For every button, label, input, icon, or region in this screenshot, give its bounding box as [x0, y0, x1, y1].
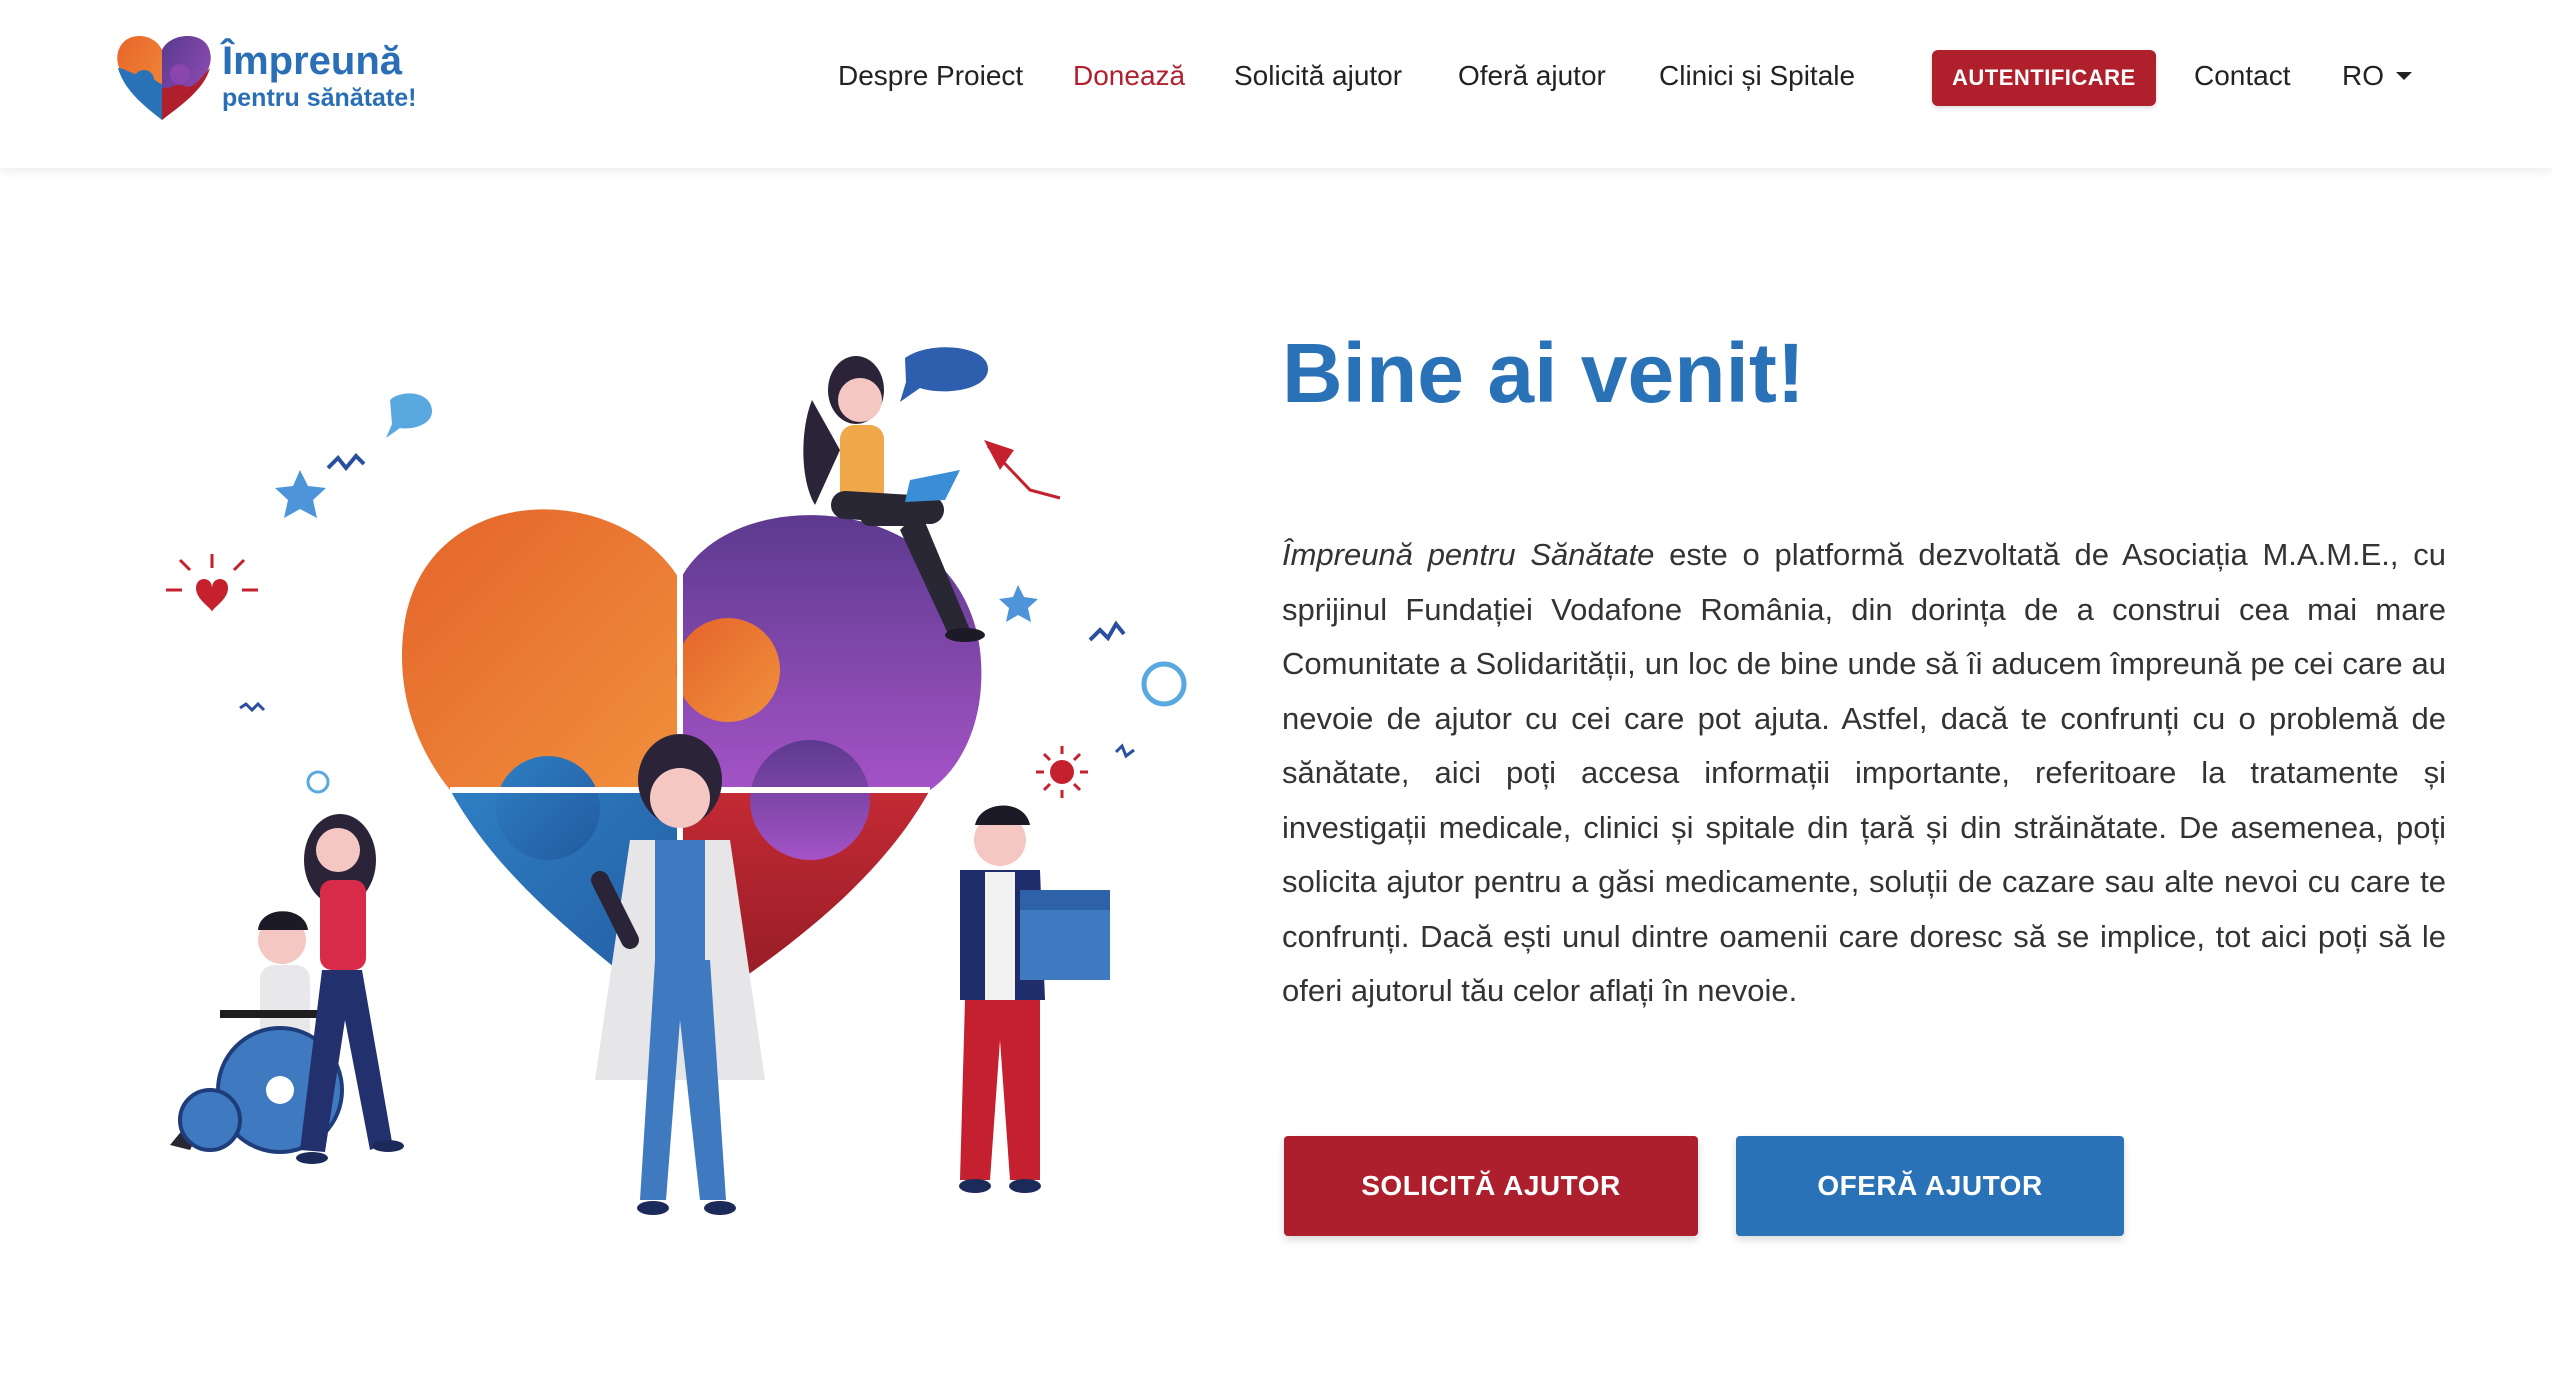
project-name-italic: Împreună pentru Sănătate: [1282, 537, 1655, 572]
nav-solicita-ajutor[interactable]: Solicită ajutor: [1234, 56, 1402, 96]
language-dropdown[interactable]: RO: [2342, 56, 2412, 96]
nav-doneaza[interactable]: Donează: [1073, 56, 1185, 96]
hero-title: Bine ai venit!: [1282, 326, 1805, 420]
chevron-down-icon: [2396, 72, 2412, 80]
top-navbar: Împreună pentru sănătate! Despre Proiect…: [0, 0, 2552, 168]
language-label: RO: [2342, 60, 2384, 91]
nav-ofera-ajutor[interactable]: Oferă ajutor: [1458, 56, 1606, 96]
offer-help-button[interactable]: OFERĂ AJUTOR: [1736, 1136, 2124, 1236]
nav-clinici-spitale[interactable]: Clinici și Spitale: [1659, 56, 1855, 96]
wheelchair-group-figure: [170, 814, 404, 1164]
hero-illustration: [166, 347, 1187, 1215]
request-help-button[interactable]: SOLICITĂ AJUTOR: [1284, 1136, 1698, 1236]
hero-description-body: este o platformă dezvoltată de Asociația…: [1282, 537, 2447, 1008]
nav-despre-proiect[interactable]: Despre Proiect: [838, 56, 1023, 96]
main-nav: Despre Proiect Donează Solicită ajutor O…: [0, 0, 2552, 152]
login-button[interactable]: AUTENTIFICARE: [1932, 50, 2156, 106]
hero-description: Împreună pentru Sănătate este o platform…: [1282, 528, 2446, 1019]
man-with-box-figure: [959, 805, 1110, 1193]
nav-contact[interactable]: Contact: [2194, 56, 2291, 96]
